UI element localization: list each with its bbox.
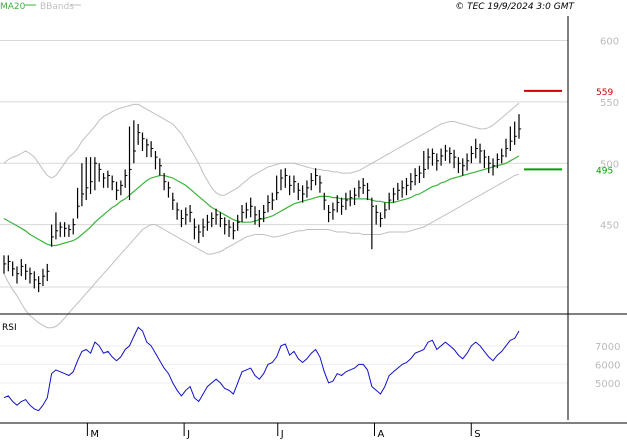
bband-lower-line: [3, 173, 520, 329]
rsi-tick-label: 6000: [595, 360, 620, 371]
bband-upper-line: [3, 102, 520, 196]
rsi-grid: [0, 345, 568, 384]
resistance-label: 559: [596, 88, 613, 98]
x-tick-label: J: [186, 429, 190, 440]
price-tick-label: 550: [600, 98, 619, 109]
price-tick-label: 450: [600, 221, 619, 232]
rsi-line: [3, 326, 520, 412]
rsi-path: [3, 326, 520, 412]
rsi-y-axis: 5000 6000 7000: [595, 342, 620, 390]
rsi-title: RSI: [2, 323, 17, 333]
rsi-tick-label: 5000: [595, 379, 620, 390]
legend-bbands: BBands: [40, 2, 74, 12]
price-tick-label: 500: [600, 159, 619, 170]
x-tick-label: A: [378, 429, 385, 440]
copyright-text: © TEC 19/9/2024 3:0 GMT: [455, 2, 575, 12]
rsi-tick-label: 7000: [595, 342, 620, 353]
x-axis: MJJAS: [86, 423, 481, 440]
x-tick-label: M: [90, 429, 99, 440]
rsi-panel: RSI 5000 6000 7000: [0, 323, 620, 412]
legend-ma20: MA20: [0, 2, 26, 12]
x-tick-label: J: [280, 429, 284, 440]
price-tick-label: 600: [600, 37, 619, 48]
stock-chart: MA20 BBands © TEC 19/9/2024 3:0 GMT 5594…: [0, 2, 627, 440]
ma20-line: [3, 155, 520, 247]
bollinger-bands: [3, 102, 520, 329]
x-tick-label: S: [474, 429, 480, 440]
ma20-path: [3, 155, 520, 247]
chart-legend: MA20 BBands: [0, 2, 81, 12]
price-panel: 559495 450500550600: [0, 37, 619, 329]
price-y-axis: 450 500 550 600: [600, 37, 619, 232]
